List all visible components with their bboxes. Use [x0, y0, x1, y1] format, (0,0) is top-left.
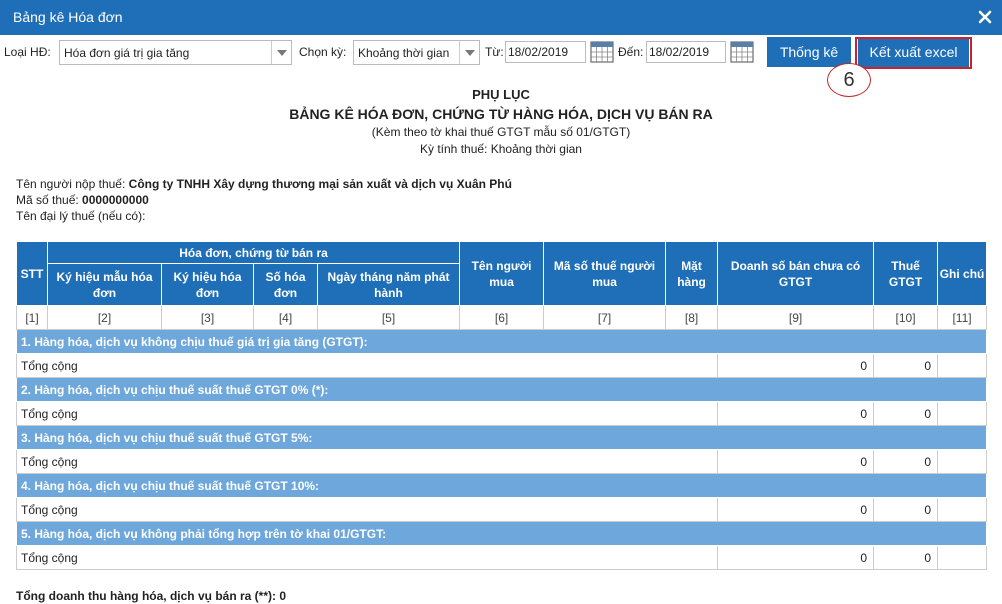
invoice-type-select[interactable]: Hóa đơn giá trị gia tăng: [59, 40, 292, 65]
report-appendix: PHỤ LỤC: [472, 87, 530, 102]
total-note: [937, 497, 988, 522]
total-note: [937, 545, 988, 570]
total-label: Tổng cộng: [15, 353, 719, 378]
total-label: Tổng cộng: [15, 449, 719, 474]
header-revenue: Doanh số bán chưa có GTGT: [717, 241, 875, 306]
column-number: [6]: [459, 305, 545, 330]
total-row: Tổng cộng 0 0: [15, 401, 988, 426]
from-date-input[interactable]: 18/02/2019: [505, 41, 586, 63]
total-label: Tổng cộng: [15, 545, 719, 570]
total-row: Tổng cộng 0 0: [15, 545, 988, 570]
close-icon[interactable]: [977, 9, 993, 25]
section-row: 3. Hàng hóa, dịch vụ chịu thuế suất thuế…: [15, 425, 988, 450]
dialog-titlebar: Bảng kê Hóa đơn: [0, 0, 1002, 35]
section-row: 4. Hàng hóa, dịch vụ chịu thuế suất thuế…: [15, 473, 988, 498]
period-select[interactable]: Khoảng thời gian: [353, 40, 480, 65]
chevron-down-icon: [271, 41, 291, 64]
grand-total-label: Tổng doanh thu hàng hóa, dịch vụ bán ra …: [16, 589, 276, 603]
header-invoice-symbol: Ký hiệu hóa đơn: [161, 263, 254, 306]
total-vat: 0: [873, 353, 939, 378]
agent-label: Tên đại lý thuế (nếu có):: [16, 209, 146, 223]
tax-code-info: Mã số thuế: 0000000000: [16, 193, 149, 207]
total-vat: 0: [873, 401, 939, 426]
total-note: [937, 449, 988, 474]
total-revenue: 0: [717, 497, 875, 522]
taxpayer-info: Tên người nộp thuế: Công ty TNHH Xây dựn…: [16, 177, 512, 191]
total-revenue: 0: [717, 353, 875, 378]
header-vat: Thuế GTGT: [873, 241, 939, 306]
total-note: [937, 401, 988, 426]
header-note: Ghi chú: [937, 241, 988, 306]
invoice-type-value: Hóa đơn giá trị gia tăng: [64, 46, 190, 60]
report-period: Kỳ tính thuế: Khoảng thời gian: [420, 142, 582, 156]
header-invoice-number: Số hóa đơn: [253, 263, 318, 306]
column-number: [7]: [543, 305, 667, 330]
column-number: [10]: [873, 305, 939, 330]
header-buyer-tax-code: Mã số thuế người mua: [543, 241, 667, 306]
section-title: 1. Hàng hóa, dịch vụ không chịu thuế giá…: [15, 329, 988, 354]
report-subtitle: (Kèm theo tờ khai thuế GTGT mẫu số 01/GT…: [371, 125, 631, 139]
to-date-input[interactable]: 18/02/2019: [646, 41, 726, 63]
column-number: [2]: [47, 305, 162, 330]
total-vat: 0: [873, 545, 939, 570]
header-stt: STT: [16, 241, 48, 306]
invoice-type-label: Loại HĐ:: [4, 45, 51, 59]
total-revenue: 0: [717, 545, 875, 570]
total-vat: 0: [873, 497, 939, 522]
total-note: [937, 353, 988, 378]
from-label: Từ:: [485, 45, 504, 59]
section-title: 2. Hàng hóa, dịch vụ chịu thuế suất thuế…: [15, 377, 988, 402]
total-row: Tổng cộng 0 0: [15, 353, 988, 378]
header-issue-date: Ngày tháng năm phát hành: [316, 263, 461, 306]
header-invoice-group: Hóa đơn, chứng từ bán ra: [46, 241, 461, 264]
tax-code-label: Mã số thuế:: [16, 193, 79, 207]
section-row: 5. Hàng hóa, dịch vụ không phải tổng hợp…: [15, 521, 988, 546]
period-label: Chọn kỳ:: [299, 45, 347, 59]
section-title: 5. Hàng hóa, dịch vụ không phải tổng hợp…: [15, 521, 988, 546]
total-row: Tổng cộng 0 0: [15, 449, 988, 474]
chevron-down-icon: [459, 41, 479, 64]
column-number: [3]: [161, 305, 254, 330]
grand-total: Tổng doanh thu hàng hóa, dịch vụ bán ra …: [16, 589, 286, 603]
total-revenue: 0: [717, 401, 875, 426]
header-item: Mặt hàng: [665, 241, 719, 306]
column-number-row: [1] [2] [3] [4] [5] [6] [7] [8] [9] [10]…: [16, 305, 988, 330]
column-number: [5]: [316, 305, 461, 330]
column-number: [8]: [665, 305, 719, 330]
total-label: Tổng cộng: [15, 497, 719, 522]
column-number: [1]: [16, 305, 48, 330]
column-number: [9]: [717, 305, 875, 330]
to-label: Đến:: [618, 45, 644, 59]
total-label: Tổng cộng: [15, 401, 719, 426]
taxpayer-name: Công ty TNHH Xây dựng thương mại sản xuấ…: [128, 177, 512, 191]
taxpayer-label: Tên người nộp thuế:: [16, 177, 126, 191]
report-title: BẢNG KÊ HÓA ĐƠN, CHỨNG TỪ HÀNG HÓA, DỊCH…: [289, 106, 713, 122]
period-value: Khoảng thời gian: [358, 46, 450, 60]
total-revenue: 0: [717, 449, 875, 474]
total-vat: 0: [873, 449, 939, 474]
column-number: [11]: [937, 305, 988, 330]
statistics-button[interactable]: Thống kê: [767, 37, 851, 67]
header-form-symbol: Ký hiệu mẫu hóa đơn: [47, 263, 162, 306]
calendar-icon[interactable]: [730, 39, 754, 63]
dialog-title: Bảng kê Hóa đơn: [13, 9, 123, 25]
grand-total-value: 0: [279, 589, 287, 603]
header-buyer: Tên người mua: [459, 241, 545, 306]
export-highlight-box: [855, 37, 972, 69]
tax-code-value: 0000000000: [82, 193, 149, 207]
column-number: [4]: [253, 305, 318, 330]
section-title: 4. Hàng hóa, dịch vụ chịu thuế suất thuế…: [15, 473, 988, 498]
section-row: 2. Hàng hóa, dịch vụ chịu thuế suất thuế…: [15, 377, 988, 402]
section-row: 1. Hàng hóa, dịch vụ không chịu thuế giá…: [15, 329, 988, 354]
invoice-report-table: STT Hóa đơn, chứng từ bán ra Tên người m…: [15, 241, 988, 570]
section-title: 3. Hàng hóa, dịch vụ chịu thuế suất thuế…: [15, 425, 988, 450]
calendar-icon[interactable]: [590, 39, 614, 63]
total-row: Tổng cộng 0 0: [15, 497, 988, 522]
